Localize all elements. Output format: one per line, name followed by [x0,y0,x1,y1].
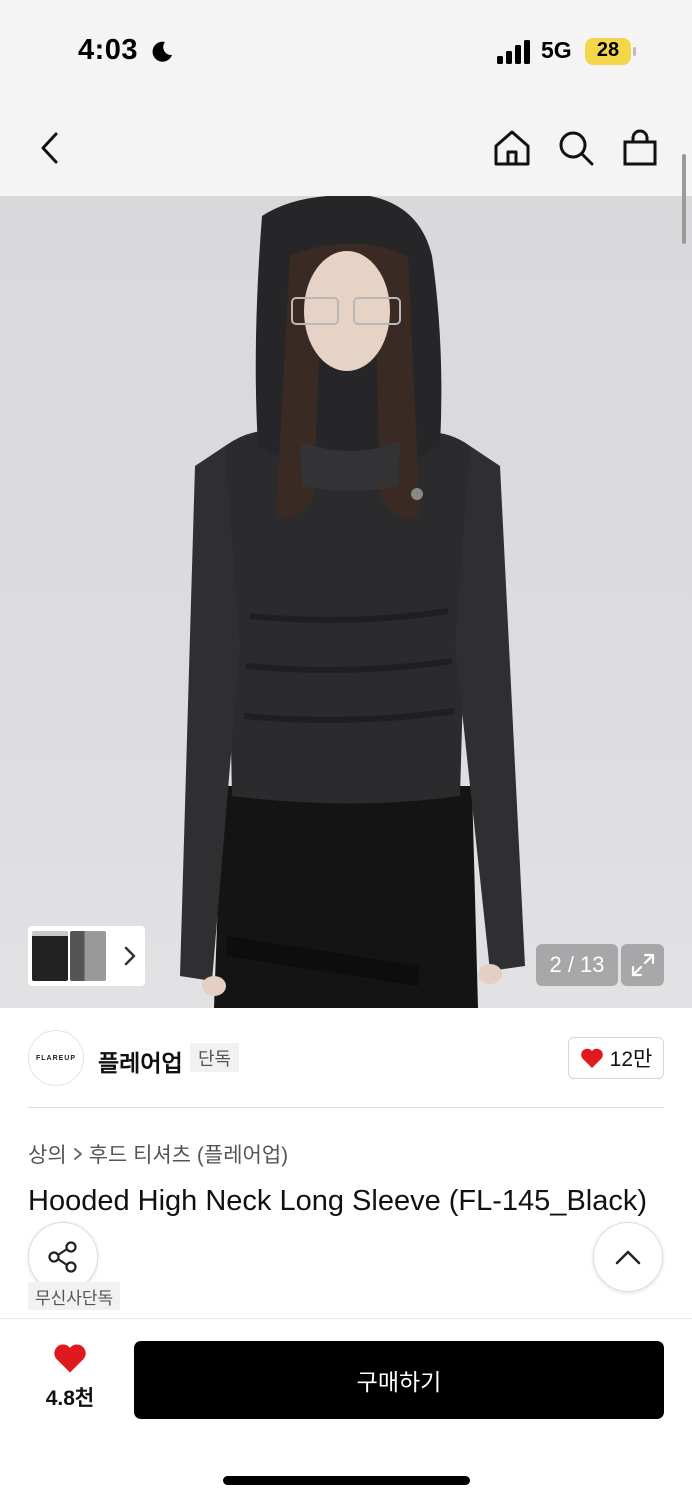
breadcrumb-category[interactable]: 상의 [28,1139,67,1169]
product-image[interactable] [0,196,692,1008]
divider [28,1107,664,1108]
signal-icon [497,40,530,64]
moon-icon [152,41,172,62]
home-indicator[interactable] [223,1476,470,1485]
back-button[interactable] [30,128,70,168]
chevron-up-icon [615,1250,641,1265]
home-button[interactable] [492,128,532,168]
brand-name[interactable]: 플레어업 [98,1044,183,1078]
search-icon [559,131,594,166]
status-time: 4:03 [78,34,139,66]
chevron-right-icon [124,946,136,966]
thumbnail[interactable] [70,931,106,981]
status-bar: 4:03 5G 28 [0,0,692,100]
exclusive-badge: 단독 [190,1043,240,1072]
thumbnail-strip[interactable] [28,926,145,986]
heart-icon [580,1048,603,1068]
product-title: Hooded High Neck Long Sleeve (FL-145_Bla… [28,1185,648,1217]
musinsa-exclusive-tag: 무신사단독 [28,1282,121,1310]
brand-like-count: 12만 [609,1048,653,1071]
battery-icon: 28 [585,38,631,65]
search-button[interactable] [556,128,596,168]
buy-button[interactable]: 구매하기 [134,1341,664,1419]
battery-tip [633,47,636,56]
thumbnail[interactable] [32,931,68,981]
cart-button[interactable] [620,128,660,168]
page-scrollbar[interactable] [682,154,686,244]
back-arrow-icon [41,132,58,164]
expand-icon [631,953,654,977]
share-icon [48,1241,77,1273]
shopping-bag-icon [623,129,657,166]
chevron-right-icon [73,1148,82,1160]
brand-like-button[interactable]: 12만 [568,1037,664,1079]
image-counter: 2 / 13 [536,944,618,986]
battery-level: 28 [596,39,620,61]
expand-button[interactable] [621,944,664,986]
breadcrumb-subcategory[interactable]: 후드 티셔츠 (플레어업) [89,1139,289,1169]
wishlist-button[interactable]: 4.8천 [28,1342,112,1418]
nav-bar [0,100,692,196]
brand-logo[interactable]: FLAREUP [28,1030,84,1086]
heart-icon [54,1344,86,1373]
breadcrumb: 상의 후드 티셔츠 (플레어업) [28,1139,288,1169]
wishlist-count: 4.8천 [45,1387,95,1410]
product-photo [180,196,525,1008]
home-icon [494,130,530,166]
network-type: 5G [541,37,572,63]
scroll-top-button[interactable] [593,1222,663,1292]
